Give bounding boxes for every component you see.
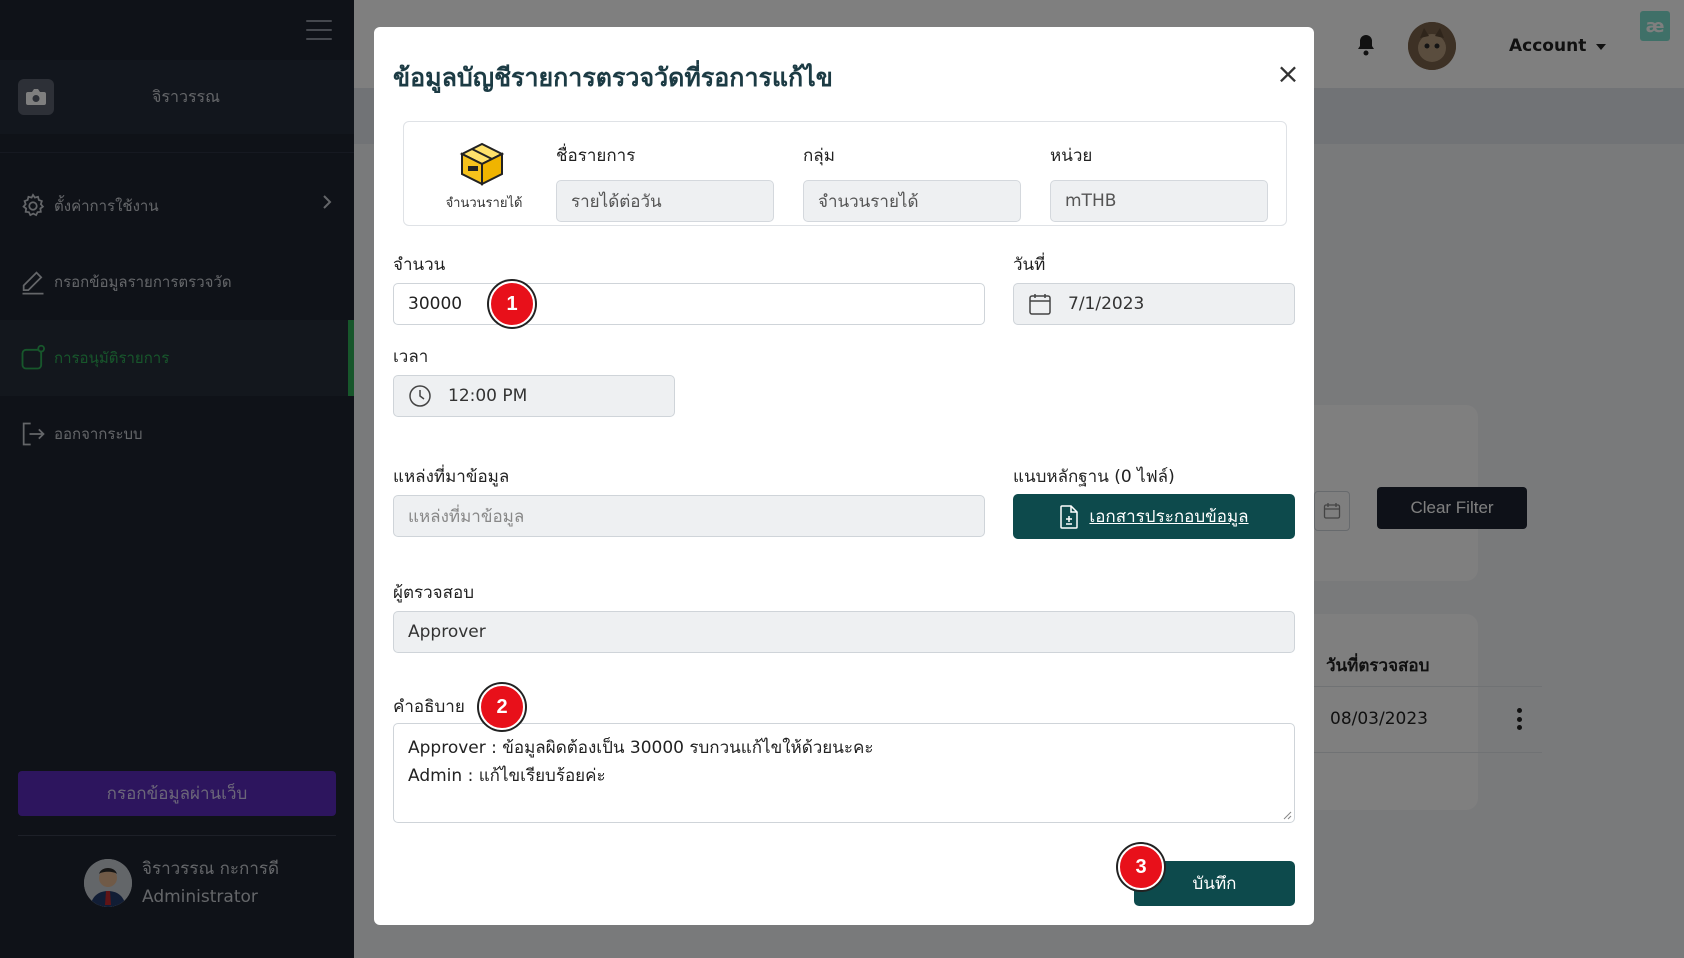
item-name-label: ชื่อรายการ bbox=[556, 146, 636, 166]
item-name-field: รายได้ต่อวัน bbox=[556, 180, 774, 222]
reviewer-label: ผู้ตรวจสอบ bbox=[393, 583, 475, 603]
item-unit-group: หน่วย mTHB bbox=[1050, 142, 1268, 222]
source-label: แหล่งที่มาข้อมูล bbox=[393, 467, 510, 487]
amount-label: จำนวน bbox=[393, 255, 446, 275]
amount-value: 30000 bbox=[408, 294, 463, 314]
source-input[interactable]: แหล่งที่มาข้อมูล bbox=[393, 495, 985, 537]
date-picker[interactable]: 7/1/2023 bbox=[1013, 283, 1295, 325]
item-caption: จำนวนรายได้ bbox=[445, 196, 523, 211]
package-box-icon bbox=[456, 136, 508, 188]
date-label: วันที่ bbox=[1013, 255, 1046, 275]
file-plus-icon bbox=[1060, 504, 1079, 529]
modal-title: ข้อมูลบัญชีรายการตรวจวัดที่รอการแก้ไข bbox=[393, 63, 833, 92]
annotation-badge: 2 bbox=[479, 684, 525, 730]
description-label: คำอธิบาย bbox=[393, 697, 465, 717]
edit-measurement-modal: ข้อมูลบัญชีรายการตรวจวัดที่รอการแก้ไข × … bbox=[374, 27, 1314, 925]
item-info-box: จำนวนรายได้ ชื่อรายการ รายได้ต่อวัน กลุ่… bbox=[403, 121, 1287, 226]
item-unit-field: mTHB bbox=[1050, 180, 1268, 222]
description-line: Approver : ข้อมูลผิดต้องเป็น 30000 รบกวน… bbox=[408, 738, 874, 758]
amount-input[interactable]: 30000 bbox=[393, 283, 985, 325]
item-name-group: ชื่อรายการ รายได้ต่อวัน bbox=[556, 142, 774, 222]
item-group-group: กลุ่ม จำนวนรายได้ bbox=[803, 142, 1021, 222]
attach-document-button[interactable]: เอกสารประกอบข้อมูล bbox=[1013, 494, 1295, 539]
date-value: 7/1/2023 bbox=[1068, 294, 1145, 314]
attach-label: แนบหลักฐาน (0 ไฟล์) bbox=[1013, 467, 1175, 487]
reviewer-field: Approver bbox=[393, 611, 1295, 653]
resize-handle-icon[interactable] bbox=[1282, 810, 1292, 820]
reviewer-value: Approver bbox=[408, 622, 486, 642]
description-line: Admin : แก้ไขเรียบร้อยค่ะ bbox=[408, 766, 606, 786]
attach-button-label: เอกสารประกอบข้อมูล bbox=[1089, 507, 1249, 527]
time-label: เวลา bbox=[393, 347, 429, 367]
time-value: 12:00 PM bbox=[448, 386, 528, 406]
calendar-icon bbox=[1028, 292, 1052, 316]
item-unit-label: หน่วย bbox=[1050, 146, 1093, 166]
clock-icon bbox=[408, 384, 432, 408]
annotation-badge: 3 bbox=[1118, 844, 1164, 890]
description-textarea[interactable]: Approver : ข้อมูลผิดต้องเป็น 30000 รบกวน… bbox=[393, 723, 1295, 823]
item-group-field: จำนวนรายได้ bbox=[803, 180, 1021, 222]
close-icon[interactable]: × bbox=[1276, 60, 1299, 88]
time-picker[interactable]: 12:00 PM bbox=[393, 375, 675, 417]
annotation-badge: 1 bbox=[489, 281, 535, 327]
item-group-label: กลุ่ม bbox=[803, 146, 835, 166]
source-placeholder: แหล่งที่มาข้อมูล bbox=[408, 506, 525, 527]
